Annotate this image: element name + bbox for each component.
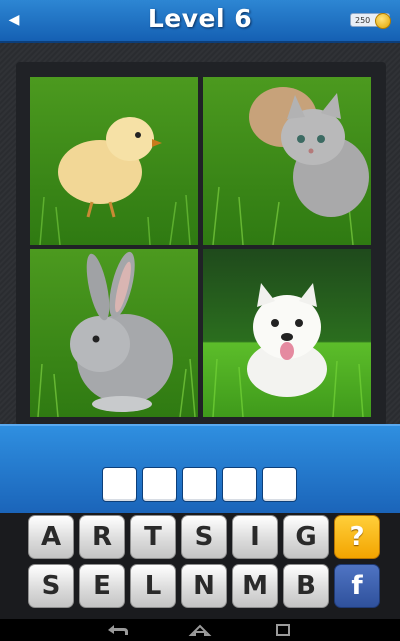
answer-slots bbox=[102, 467, 297, 502]
top-bar: ◀ Level 6 250 bbox=[0, 0, 400, 43]
answer-slot[interactable] bbox=[142, 467, 177, 502]
answer-slot[interactable] bbox=[102, 467, 137, 502]
hint-button[interactable]: ? bbox=[334, 515, 380, 559]
chick-photo[interactable] bbox=[30, 77, 198, 245]
keyboard-row-2: S E L N M B f bbox=[28, 564, 380, 608]
picture-board bbox=[16, 62, 386, 426]
letter-key[interactable]: S bbox=[181, 515, 227, 559]
letter-key[interactable]: A bbox=[28, 515, 74, 559]
answer-slot[interactable] bbox=[182, 467, 217, 502]
home-icon[interactable] bbox=[185, 622, 215, 638]
letter-key[interactable]: B bbox=[283, 564, 329, 608]
letter-key[interactable]: G bbox=[283, 515, 329, 559]
letter-key[interactable]: N bbox=[181, 564, 227, 608]
system-nav-bar bbox=[0, 619, 400, 641]
answer-slot[interactable] bbox=[262, 467, 297, 502]
letter-key[interactable]: T bbox=[130, 515, 176, 559]
kitten-photo[interactable] bbox=[203, 77, 371, 245]
rabbit-photo[interactable] bbox=[30, 249, 198, 417]
level-title: Level 6 bbox=[147, 4, 253, 33]
answer-slot[interactable] bbox=[222, 467, 257, 502]
letter-keyboard: A R T S I G ? S E L N M B f bbox=[0, 513, 400, 619]
recent-apps-icon[interactable] bbox=[268, 622, 298, 638]
letter-key[interactable]: L bbox=[130, 564, 176, 608]
coin-counter[interactable]: 250 bbox=[350, 13, 391, 29]
facebook-share-button[interactable]: f bbox=[334, 564, 380, 608]
letter-key[interactable]: R bbox=[79, 515, 125, 559]
letter-key[interactable]: I bbox=[232, 515, 278, 559]
letter-key[interactable]: S bbox=[28, 564, 74, 608]
coin-count: 250 bbox=[355, 16, 371, 25]
coin-icon bbox=[375, 13, 391, 29]
letter-key[interactable]: E bbox=[79, 564, 125, 608]
answer-bar bbox=[0, 424, 400, 516]
letter-key[interactable]: M bbox=[232, 564, 278, 608]
keyboard-row-1: A R T S I G ? bbox=[28, 515, 380, 559]
puppy-photo[interactable] bbox=[203, 249, 371, 417]
back-icon[interactable] bbox=[102, 622, 132, 638]
